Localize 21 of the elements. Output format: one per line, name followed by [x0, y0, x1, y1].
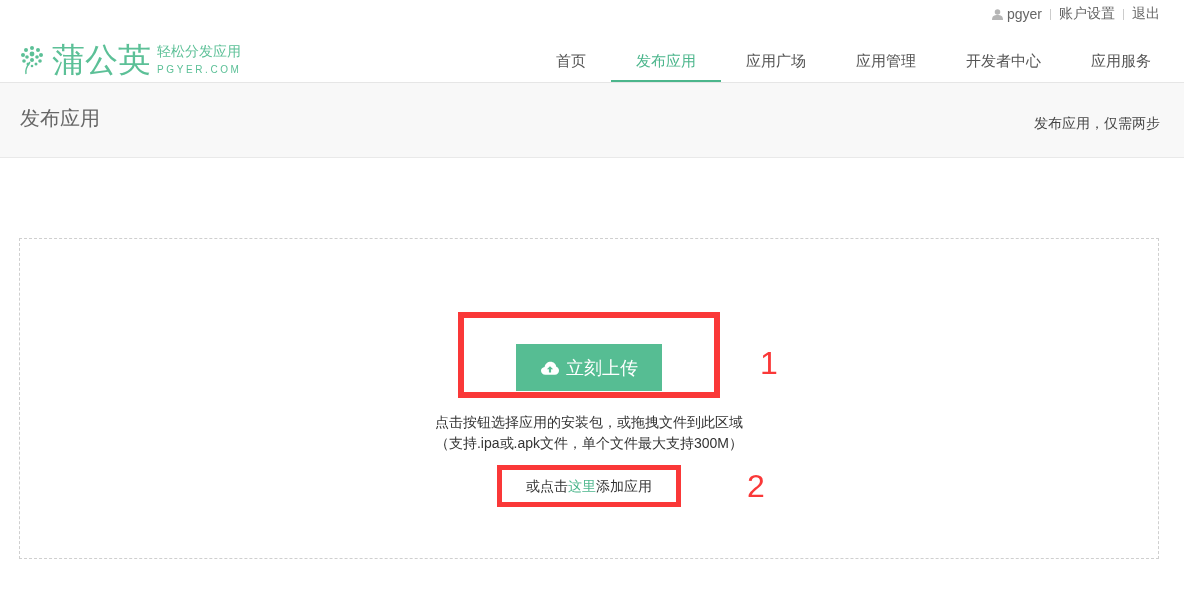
header-link[interactable]: 退出 — [1132, 5, 1160, 23]
annotation-number: 1 — [760, 346, 778, 380]
nav-tab[interactable]: 应用广场 — [721, 28, 831, 82]
upload-hint: （支持.ipa或.apk文件，单个文件最大支持300M） — [434, 434, 744, 453]
nav-tab[interactable]: 首页 — [531, 28, 611, 82]
logo-tagline: 轻松分发应用 — [157, 44, 242, 59]
nav-tab[interactable]: 应用服务 — [1066, 28, 1176, 82]
nav-tab[interactable]: 应用管理 — [831, 28, 941, 82]
dandelion-logo-icon — [20, 45, 44, 75]
cloud-upload-icon — [540, 360, 559, 375]
header-link[interactable]: 账户设置 — [1059, 5, 1115, 23]
username-link[interactable]: pgyer — [991, 6, 1042, 22]
page-title: 发布应用 — [20, 107, 100, 129]
nav-tab[interactable]: 开发者中心 — [941, 28, 1066, 82]
upload-hint: 点击按钮选择应用的安装包，或拖拽文件到此区域 — [435, 413, 743, 432]
page-subtitle: 发布应用，仅需两步 — [1034, 114, 1160, 132]
annotation-number: 2 — [747, 469, 765, 503]
user-icon — [991, 8, 1003, 20]
add-app-text: 或点击这里添加应用 — [526, 477, 652, 496]
logo-domain: PGYER.COM — [157, 64, 242, 76]
logo-name: 蒲公英 — [52, 43, 151, 77]
